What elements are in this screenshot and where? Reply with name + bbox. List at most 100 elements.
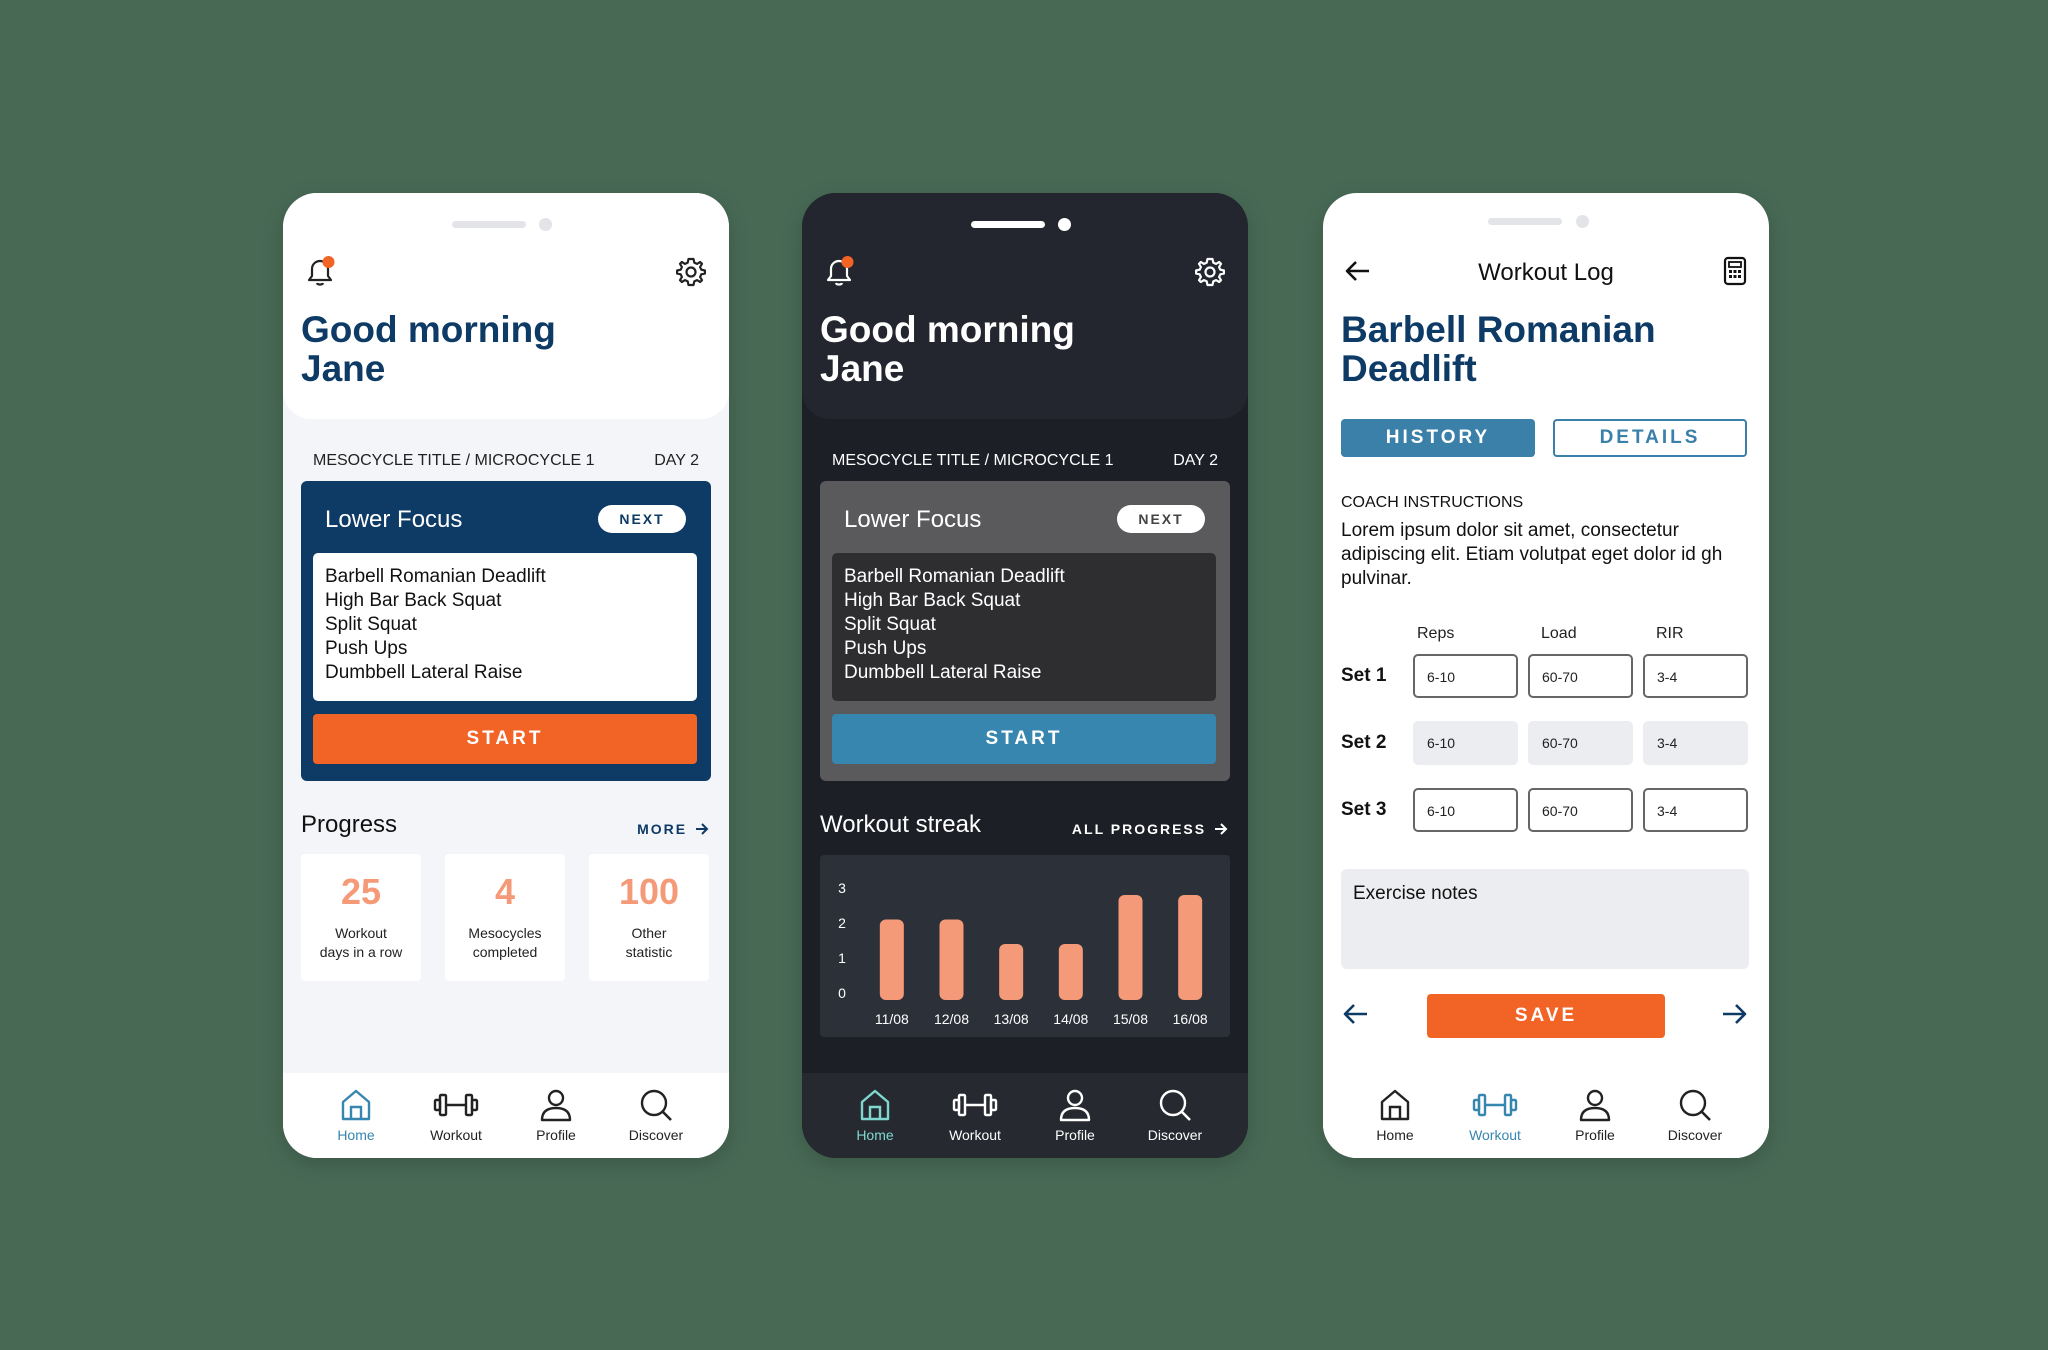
coach-instructions-text: Lorem ipsum dolor sit amet, consectetur … xyxy=(1341,520,1723,589)
rir-input[interactable]: 3-4 xyxy=(1643,721,1748,765)
nav-label: Discover xyxy=(1147,1127,1203,1143)
load-input[interactable]: 60-70 xyxy=(1528,721,1633,765)
save-button[interactable]: SAVE xyxy=(1427,994,1665,1038)
greeting-title: Good morning Jane xyxy=(301,310,556,388)
workout-streak-chart: 0 1 2 3 11/08 12/08 13/08 14/08 15/08 16/08 xyxy=(820,855,1230,1037)
list-item: Split Squat xyxy=(844,614,936,635)
chart-bar xyxy=(999,944,1024,1000)
stat-label-line: statistic xyxy=(625,944,673,960)
coach-instructions-heading: COACH INSTRUCTIONS xyxy=(1341,494,1524,511)
start-button[interactable]: START xyxy=(832,714,1216,764)
nav-item-profile[interactable]: Profile xyxy=(506,1087,606,1143)
nav-label: Profile xyxy=(1575,1127,1615,1143)
rir-input[interactable]: 3-4 xyxy=(1643,788,1748,832)
nav-label: Home xyxy=(1376,1127,1414,1143)
y-tick-label: 2 xyxy=(838,915,846,931)
y-tick-label: 3 xyxy=(838,880,846,896)
nav-item-discover[interactable]: Discover xyxy=(606,1087,706,1143)
workout-title: Lower Focus xyxy=(325,506,463,533)
person-icon xyxy=(540,1089,572,1122)
stat-value: 100 xyxy=(618,871,680,912)
user-name: Jane xyxy=(301,348,386,389)
load-input[interactable]: 60-70 xyxy=(1528,654,1633,698)
person-icon xyxy=(1579,1089,1611,1122)
home-icon xyxy=(1380,1089,1410,1121)
nav-item-home[interactable]: Home xyxy=(306,1087,406,1143)
tab-history[interactable]: HISTORY xyxy=(1341,419,1535,457)
reps-input[interactable]: 6-10 xyxy=(1413,721,1518,765)
nav-item-discover[interactable]: Discover xyxy=(1645,1087,1745,1143)
next-badge: NEXT xyxy=(598,505,686,533)
list-item: High Bar Back Squat xyxy=(844,590,1021,611)
more-link-label: MORE xyxy=(637,821,688,837)
home-screen-dark: Good morning Jane MESOCYCLE TITLE / MICR… xyxy=(802,193,1248,1158)
x-tick-label: 12/08 xyxy=(934,1011,969,1027)
all-progress-link[interactable]: ALL PROGRESS xyxy=(1072,821,1228,837)
list-item: Split Squat xyxy=(325,614,417,635)
nav-label: Discover xyxy=(628,1127,684,1143)
reps-input[interactable]: 6-10 xyxy=(1413,654,1518,698)
exercise-title-line: Deadlift xyxy=(1341,348,1477,389)
next-badge: NEXT xyxy=(1117,505,1205,533)
nav-item-workout[interactable]: Workout xyxy=(925,1087,1025,1143)
next-exercise-arrow-icon[interactable] xyxy=(1719,999,1749,1029)
dumbbell-icon xyxy=(1472,1093,1518,1117)
nav-label: Home xyxy=(856,1127,894,1143)
stat-label-line: days in a row xyxy=(319,944,403,960)
chart-bar xyxy=(1058,944,1083,1000)
nav-item-profile[interactable]: Profile xyxy=(1545,1087,1645,1143)
rir-input[interactable]: 3-4 xyxy=(1643,654,1748,698)
chart-bar xyxy=(879,919,904,1000)
page-title: Workout Log xyxy=(1478,259,1614,286)
column-header-reps: Reps xyxy=(1417,625,1455,642)
exercise-notes-field[interactable]: Exercise notes xyxy=(1341,869,1749,969)
tab-details[interactable]: DETAILS xyxy=(1553,419,1747,457)
column-header-load: Load xyxy=(1541,625,1577,642)
notification-bell-icon[interactable] xyxy=(822,255,856,289)
nav-item-home[interactable]: Home xyxy=(825,1087,925,1143)
set-label: Set 3 xyxy=(1341,799,1387,820)
nav-label: Profile xyxy=(1055,1127,1095,1143)
load-input[interactable]: 60-70 xyxy=(1528,788,1633,832)
day-label: DAY 2 xyxy=(654,452,699,469)
stat-value: 4 xyxy=(494,871,516,912)
stat-card: 100 Other statistic xyxy=(589,854,709,981)
x-tick-label: 11/08 xyxy=(875,1011,909,1027)
list-item: Push Ups xyxy=(325,638,408,659)
progress-title: Progress xyxy=(301,811,398,838)
nav-item-workout[interactable]: Workout xyxy=(1445,1087,1545,1143)
start-button[interactable]: START xyxy=(313,714,697,764)
settings-gear-icon[interactable] xyxy=(1194,256,1226,288)
y-tick-label: 1 xyxy=(838,950,846,966)
stat-label: Mesocycles completed xyxy=(445,924,565,962)
phone-notch xyxy=(1323,215,1769,228)
day-label: DAY 2 xyxy=(1173,452,1218,469)
stat-label: Other statistic xyxy=(589,924,709,962)
nav-item-home[interactable]: Home xyxy=(1345,1087,1445,1143)
x-tick-label: 13/08 xyxy=(994,1011,1029,1027)
previous-exercise-arrow-icon[interactable] xyxy=(1341,999,1371,1029)
greeting-title: Good morning Jane xyxy=(820,310,1075,388)
list-item: Push Ups xyxy=(844,638,927,659)
notification-bell-icon[interactable] xyxy=(303,255,337,289)
exercise-list: Barbell Romanian Deadlift High Bar Back … xyxy=(313,553,697,701)
nav-item-discover[interactable]: Discover xyxy=(1125,1087,1225,1143)
bottom-nav: Home Workout Profile Discover xyxy=(283,1073,729,1158)
more-link[interactable]: MORE xyxy=(637,821,709,837)
calculator-icon[interactable] xyxy=(1721,255,1749,287)
notification-dot xyxy=(322,256,335,268)
reps-input[interactable]: 6-10 xyxy=(1413,788,1518,832)
person-icon xyxy=(1059,1089,1091,1122)
workout-title: Lower Focus xyxy=(844,506,982,533)
nav-item-profile[interactable]: Profile xyxy=(1025,1087,1125,1143)
dumbbell-icon xyxy=(433,1093,479,1117)
workout-streak-title: Workout streak xyxy=(820,811,981,838)
next-workout-card: Lower Focus NEXT Barbell Romanian Deadli… xyxy=(301,481,711,781)
user-name: Jane xyxy=(820,348,905,389)
nav-item-workout[interactable]: Workout xyxy=(406,1087,506,1143)
stat-card: 4 Mesocycles completed xyxy=(445,854,565,981)
nav-label: Profile xyxy=(536,1127,576,1143)
settings-gear-icon[interactable] xyxy=(675,256,707,288)
nav-label: Workout xyxy=(430,1127,482,1143)
home-icon xyxy=(341,1089,371,1121)
